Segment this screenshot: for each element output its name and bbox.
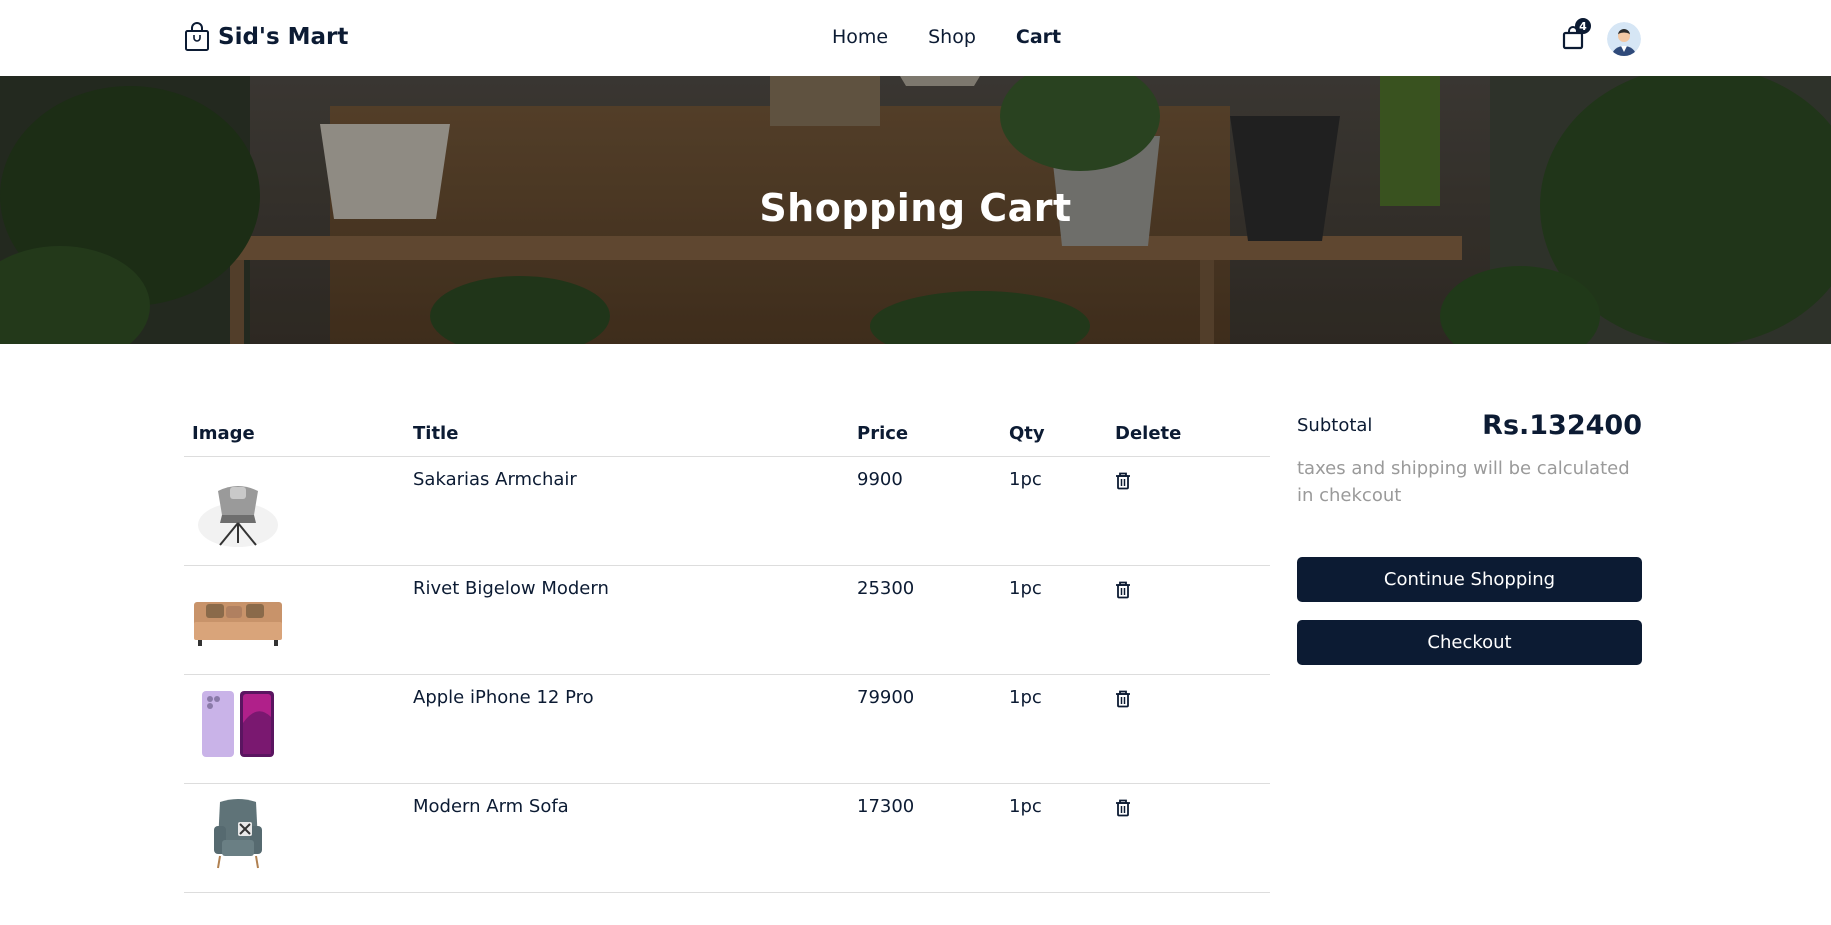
- product-image-cell: [184, 565, 405, 675]
- header-title: Title: [405, 410, 849, 457]
- product-qty: 1pc: [1001, 456, 1107, 566]
- order-summary: Subtotal Rs.132400 taxes and shipping wi…: [1297, 410, 1642, 665]
- delete-cell: [1107, 456, 1270, 566]
- table-header-row: Image Title Price Qty Delete: [184, 410, 1270, 457]
- table-row: Sakarias Armchair 9900 1pc: [184, 456, 1270, 566]
- product-title: Sakarias Armchair: [405, 456, 849, 566]
- cart-count-badge: 4: [1575, 18, 1591, 34]
- product-qty: 1pc: [1001, 565, 1107, 675]
- cart-table: Image Title Price Qty Delete Sakarias Ar: [184, 410, 1270, 893]
- subtotal-label: Subtotal: [1297, 415, 1373, 436]
- wingchair-image: [214, 798, 262, 868]
- subtotal-row: Subtotal Rs.132400: [1297, 410, 1642, 441]
- product-title: Rivet Bigelow Modern: [405, 565, 849, 675]
- header-qty: Qty: [1001, 410, 1107, 457]
- nav-shop[interactable]: Shop: [928, 26, 976, 48]
- product-qty: 1pc: [1001, 783, 1107, 893]
- header-image: Image: [184, 410, 405, 457]
- product-image-cell: [184, 783, 405, 893]
- table-row: Modern Arm Sofa 17300 1pc: [184, 783, 1270, 893]
- trash-icon[interactable]: [1115, 581, 1131, 599]
- trash-icon[interactable]: [1115, 472, 1131, 490]
- header-price: Price: [849, 410, 1001, 457]
- product-price: 79900: [849, 674, 1001, 784]
- delete-cell: [1107, 783, 1270, 893]
- product-title: Modern Arm Sofa: [405, 783, 849, 893]
- table-row: Rivet Bigelow Modern 25300 1pc: [184, 565, 1270, 675]
- hero-banner: Shopping Cart: [0, 76, 1831, 344]
- trash-icon[interactable]: [1115, 799, 1131, 817]
- nav-home[interactable]: Home: [832, 26, 888, 48]
- nav-cart[interactable]: Cart: [1016, 26, 1061, 48]
- checkout-button[interactable]: Checkout: [1297, 620, 1642, 665]
- user-avatar-icon: [1607, 22, 1641, 56]
- sofa-image: [194, 601, 282, 646]
- summary-note: taxes and shipping will be calculated in…: [1297, 458, 1630, 506]
- brand-name: Sid's Mart: [218, 24, 349, 50]
- delete-cell: [1107, 565, 1270, 675]
- armchair-image: [198, 485, 278, 547]
- subtotal-value: Rs.132400: [1482, 410, 1642, 441]
- product-price: 25300: [849, 565, 1001, 675]
- phone-image: [202, 690, 274, 757]
- site-header: Sid's Mart Home Shop Cart 4: [0, 0, 1831, 76]
- continue-shopping-button[interactable]: Continue Shopping: [1297, 557, 1642, 602]
- delete-cell: [1107, 674, 1270, 784]
- user-avatar[interactable]: [1607, 22, 1641, 56]
- main-nav: Home Shop Cart: [832, 26, 1061, 48]
- product-price: 9900: [849, 456, 1001, 566]
- table-row: Apple iPhone 12 Pro 79900 1pc: [184, 674, 1270, 784]
- header-delete: Delete: [1107, 410, 1270, 457]
- product-image-cell: [184, 456, 405, 566]
- brand-logo[interactable]: Sid's Mart: [184, 22, 348, 52]
- shopping-bag-icon: [185, 22, 209, 51]
- trash-icon[interactable]: [1115, 690, 1131, 708]
- product-image-cell: [184, 674, 405, 784]
- page-title: Shopping Cart: [759, 186, 1072, 230]
- cart-button[interactable]: 4: [1562, 18, 1591, 50]
- product-title: Apple iPhone 12 Pro: [405, 674, 849, 784]
- product-qty: 1pc: [1001, 674, 1107, 784]
- product-price: 17300: [849, 783, 1001, 893]
